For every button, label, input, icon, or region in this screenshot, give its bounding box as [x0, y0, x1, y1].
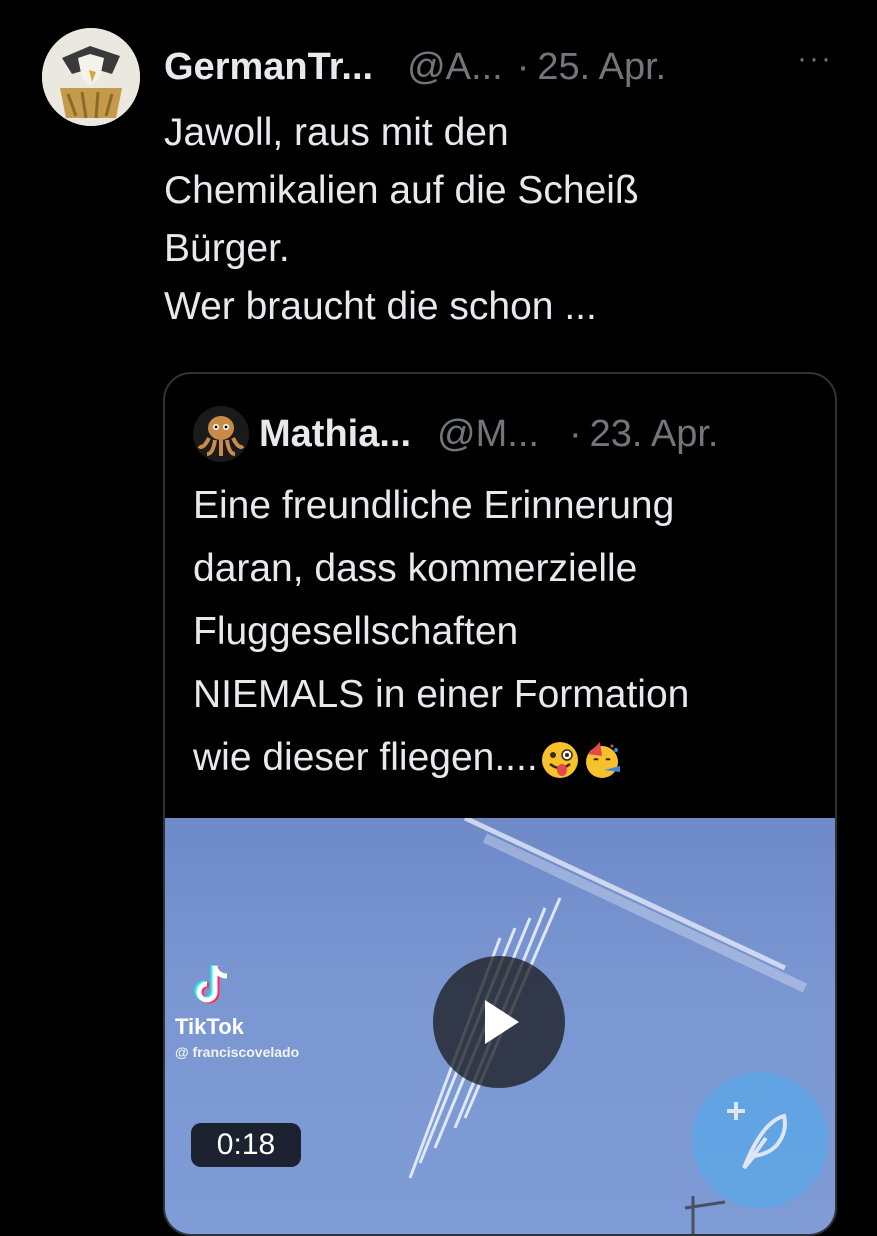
quoted-avatar[interactable] — [193, 406, 249, 462]
play-icon — [485, 1000, 519, 1044]
compose-button[interactable] — [692, 1072, 828, 1208]
winking-face-with-tongue-icon — [541, 741, 578, 778]
quoted-display-name[interactable]: Mathia... — [259, 413, 411, 456]
quoted-text-line: Eine freundliche Erinnerung — [193, 484, 675, 527]
quoted-text-line: wie dieser fliegen.... — [193, 736, 538, 779]
quoted-text-line: Fluggesellschaften — [193, 610, 519, 653]
tiktok-watermark-user: @ franciscovelado — [175, 1044, 300, 1060]
separator-dot: · — [568, 412, 582, 455]
separator-dot: · — [516, 45, 530, 88]
compose-feather-plus-icon — [727, 1102, 787, 1170]
partying-face-icon — [585, 741, 620, 778]
tiktok-logo-icon — [194, 965, 228, 1004]
octopus-avatar-image — [193, 406, 249, 462]
tiktok-watermark-brand: TikTok — [175, 1014, 244, 1039]
quoted-text: Eine freundliche Erinnerung daran, dass … — [193, 474, 823, 789]
quoted-user-handle[interactable]: @M... — [437, 413, 539, 456]
quoted-text-line: daran, dass kommerzielle — [193, 547, 638, 590]
display-name[interactable]: GermanTr... — [164, 46, 373, 89]
quoted-date[interactable]: 23. Apr. — [590, 413, 719, 456]
quoted-header: Mathia... @M... · 23. Apr. — [259, 404, 815, 464]
tweet-text-line: Wer braucht die schon ... — [164, 285, 597, 328]
video-duration-badge: 0:18 — [191, 1123, 301, 1167]
more-options-icon[interactable]: ··· — [797, 42, 833, 76]
tweet-date[interactable]: 25. Apr. — [537, 46, 666, 89]
avatar[interactable] — [42, 28, 140, 126]
tweet-text: Jawoll, raus mit den Chemikalien auf die… — [164, 104, 844, 336]
eagle-avatar-image — [42, 28, 140, 126]
quoted-text-line: NIEMALS in einer Formation — [193, 673, 690, 716]
tweet-text-line: Chemikalien auf die Scheiß — [164, 169, 639, 212]
user-handle[interactable]: @A... — [407, 46, 503, 89]
play-button[interactable] — [433, 956, 565, 1088]
tweet-header: GermanTr... @A... · 25. Apr. — [164, 38, 837, 96]
tweet-text-line: Bürger. — [164, 227, 290, 270]
tweet-text-line: Jawoll, raus mit den — [164, 111, 509, 154]
